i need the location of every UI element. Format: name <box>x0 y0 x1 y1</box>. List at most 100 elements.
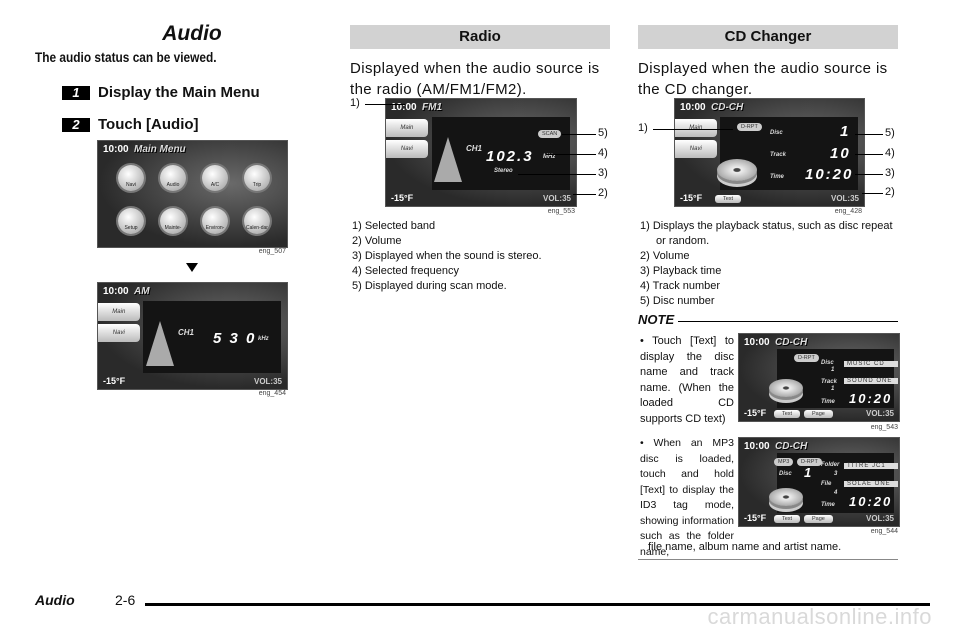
track-label: Track <box>770 152 786 158</box>
step-text: Display the Main Menu <box>98 84 260 101</box>
stereo-indicator: Stereo <box>494 168 513 174</box>
folder-label: Folder <box>821 462 840 468</box>
callout-line <box>855 134 883 135</box>
clock: 10:00 <box>103 144 129 155</box>
legend-item: 3) Playback time <box>640 265 722 277</box>
playback-time: 10:20 <box>805 166 854 183</box>
side-navi: Navi <box>98 324 140 342</box>
clock: 10:00 <box>744 337 770 348</box>
legend-item: 3) Displayed when the sound is stereo. <box>352 250 542 262</box>
text-button: Text <box>715 195 742 203</box>
antenna-icon <box>146 321 174 366</box>
callout-line <box>546 154 596 155</box>
callout-3: 3) <box>885 167 895 179</box>
radio-legend: 1) Selected band 2) Volume 3) Displayed … <box>352 219 602 294</box>
callout-1: 1) <box>350 97 360 109</box>
callout-3: 3) <box>598 167 608 179</box>
disc-number: 1 <box>804 465 814 480</box>
channel: CH1 <box>466 144 483 153</box>
cd-screenshot: 10:00 CD-CH Main Navi D-RPT Disc 1 Track… <box>674 98 865 207</box>
legend-item: 2) Volume <box>640 250 690 262</box>
time-label: Time <box>770 174 784 180</box>
radio-header: Radio <box>350 25 610 49</box>
callout-4: 4) <box>598 147 608 159</box>
playback-time: 10:20 <box>849 494 893 509</box>
track-label: Track <box>821 379 837 385</box>
temperature: -15°F <box>744 513 767 523</box>
callout-line <box>855 154 883 155</box>
temperature: -15°F <box>391 193 414 203</box>
temperature: -15°F <box>744 408 767 418</box>
callout-line <box>855 174 883 175</box>
side-navi: Navi <box>675 140 717 158</box>
mp3-screenshot: 10:00 CD-CH MP3 D-RPT Disc 1 Folder 3 Fi… <box>738 437 900 527</box>
watermark: carmanualsonline.info <box>707 604 932 629</box>
cd-legend: 1) Displays the playback status, such as… <box>640 219 895 309</box>
menu-calendar: Calen-dar <box>244 208 270 234</box>
time-label: Time <box>821 399 835 405</box>
menu-setup: Setup <box>118 208 144 234</box>
volume: VOL:35 <box>253 377 282 386</box>
step-text: Touch [Audio] <box>98 116 199 133</box>
track-name-field: SOUND ONE <box>844 378 898 384</box>
menu-ac: A/C <box>202 165 228 191</box>
mode-label: CD-CH <box>711 102 744 113</box>
legend-item: 4) Track number <box>640 280 721 292</box>
divider <box>638 559 898 560</box>
menu-maintenance: Mainte-nance <box>160 208 186 234</box>
temperature: -15°F <box>103 376 126 386</box>
manual-page: Audio The audio status can be viewed. 1D… <box>0 0 960 630</box>
text-button: Text <box>774 515 801 523</box>
callout-1: 1) <box>638 122 648 134</box>
mode-label: Main Menu <box>134 144 186 155</box>
track-number: 10 <box>830 145 851 162</box>
note-bullet-1: • Touch [Text] to display the disc name … <box>640 335 734 425</box>
text-button: Text <box>774 410 801 418</box>
volume: VOL:35 <box>865 409 894 418</box>
mode-label: CD-CH <box>775 441 808 452</box>
page-button: Page <box>804 410 833 418</box>
side-main: Main <box>675 119 717 137</box>
note-bullet-2-tail: file name, album name and artist name. <box>648 541 842 553</box>
callout-line <box>365 104 405 105</box>
disc-number: 1 <box>840 123 851 140</box>
callout-5: 5) <box>885 127 895 139</box>
unit: kHz <box>258 336 269 342</box>
lead-text: The audio status can be viewed. <box>35 50 217 65</box>
image-caption: eng_428 <box>834 208 862 215</box>
volume: VOL:35 <box>542 194 571 203</box>
disc-name-field: MUSIC CD <box>844 361 898 367</box>
disc-label: Disc <box>821 360 834 366</box>
side-main: Main <box>386 119 428 137</box>
radio-screenshot: 10:00 FM1 Main Navi CH1 SCAN 102.3 MHz S… <box>385 98 577 207</box>
track-number: 1 <box>831 386 835 392</box>
volume: VOL:35 <box>865 514 894 523</box>
disc-number: 1 <box>831 367 835 373</box>
disc-label: Disc <box>779 471 792 477</box>
disc-label: Disc <box>770 130 783 136</box>
disc-icon <box>769 379 803 397</box>
page-title: Audio <box>162 22 222 45</box>
footer-section: Audio <box>35 592 75 608</box>
arrow-down-icon <box>186 263 198 272</box>
legend-item: 1) Displays the playback status, such as… <box>640 220 893 247</box>
image-caption: eng_507 <box>258 248 286 255</box>
cd-header: CD Changer <box>638 25 898 49</box>
scan-indicator: SCAN <box>538 130 562 138</box>
disc-icon <box>717 159 757 181</box>
file-label: File <box>821 481 832 487</box>
menu-navi: Navi <box>118 165 144 191</box>
antenna-icon <box>434 137 462 182</box>
file-name-field: SOLAE ONE <box>844 481 898 487</box>
menu-audio: Audio <box>160 165 186 191</box>
callout-line <box>862 193 883 194</box>
side-navi: Navi <box>386 140 428 158</box>
disc-icon <box>769 488 803 506</box>
legend-item: 4) Selected frequency <box>352 265 460 277</box>
temperature: -15°F <box>680 193 703 203</box>
playback-time: 10:20 <box>849 391 893 406</box>
file-number: 4 <box>834 490 838 496</box>
clock: 10:00 <box>744 441 770 452</box>
callout-line <box>518 174 596 175</box>
callout-line <box>562 134 596 135</box>
